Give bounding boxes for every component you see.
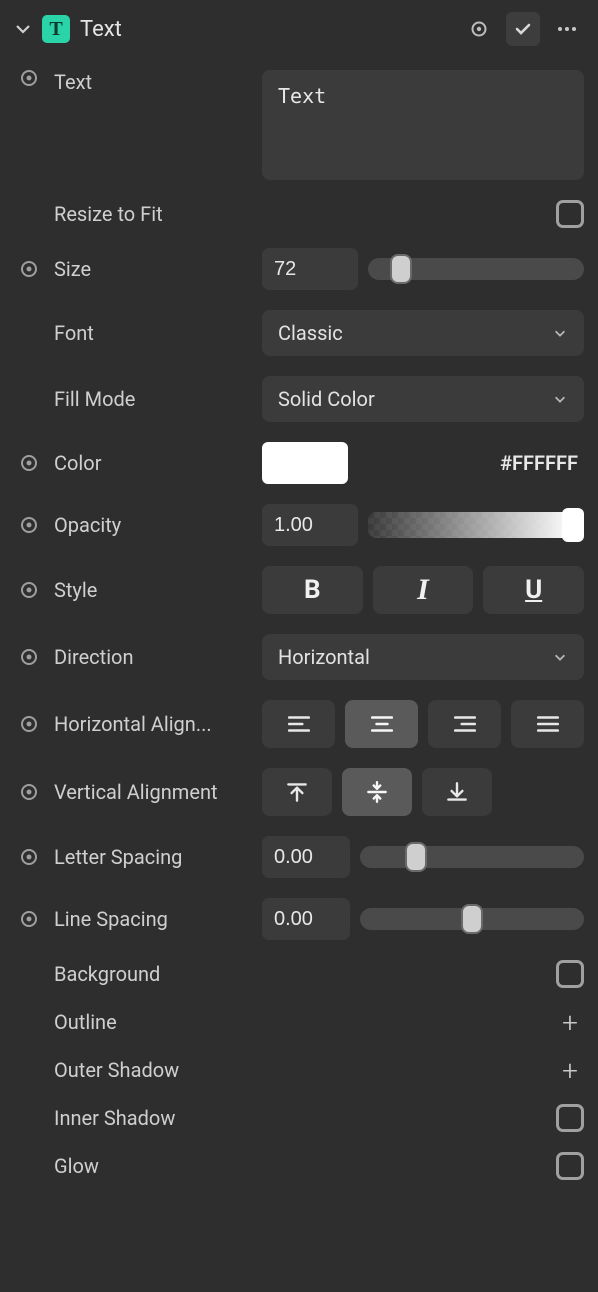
- fill-mode-value: Solid Color: [278, 387, 375, 411]
- collapse-toggle[interactable]: [14, 20, 32, 38]
- resize-label: Resize to Fit: [54, 202, 252, 226]
- color-swatch[interactable]: [262, 442, 348, 484]
- align-justify-button[interactable]: [511, 700, 584, 748]
- font-value: Classic: [278, 321, 343, 345]
- outer-shadow-label: Outer Shadow: [54, 1058, 252, 1082]
- opacity-label: Opacity: [54, 513, 252, 537]
- line-spacing-slider[interactable]: [360, 908, 584, 930]
- direction-row: Direction Horizontal: [14, 624, 584, 690]
- outline-label: Outline: [54, 1010, 252, 1034]
- background-checkbox[interactable]: [556, 960, 584, 988]
- keyframe-text[interactable]: [21, 70, 37, 86]
- resize-checkbox[interactable]: [556, 200, 584, 228]
- color-row: Color #FFFFFF: [14, 432, 584, 494]
- panel-title: Text: [80, 17, 452, 42]
- direction-label: Direction: [54, 645, 252, 669]
- fill-mode-row: Fill Mode Solid Color: [14, 366, 584, 432]
- size-row: Size: [14, 238, 584, 300]
- align-center-button[interactable]: [345, 700, 418, 748]
- target-icon[interactable]: [462, 12, 496, 46]
- outline-row: Outline +: [14, 998, 584, 1046]
- letter-spacing-input[interactable]: [262, 836, 350, 878]
- keyframe-direction[interactable]: [21, 649, 37, 665]
- underline-button[interactable]: U: [483, 566, 584, 614]
- text-properties-panel: T Text Text Text Resize to Fit Size: [0, 0, 598, 1202]
- style-row: Style B I U: [14, 556, 584, 624]
- size-slider[interactable]: [368, 258, 584, 280]
- align-left-button[interactable]: [262, 700, 335, 748]
- text-input[interactable]: Text: [262, 70, 584, 180]
- glow-label: Glow: [54, 1154, 252, 1178]
- line-spacing-row: Line Spacing: [14, 888, 584, 950]
- add-outer-shadow-button[interactable]: +: [556, 1056, 584, 1084]
- letter-spacing-label: Letter Spacing: [54, 845, 252, 869]
- chevron-down-icon: [552, 325, 568, 341]
- background-label: Background: [54, 962, 252, 986]
- text-row: Text Text: [14, 60, 584, 190]
- glow-checkbox[interactable]: [556, 1152, 584, 1180]
- align-top-button[interactable]: [262, 768, 332, 816]
- text-label: Text: [54, 70, 252, 94]
- background-row: Background: [14, 950, 584, 998]
- panel-header: T Text: [14, 12, 584, 60]
- direction-value: Horizontal: [278, 645, 370, 669]
- align-right-button[interactable]: [428, 700, 501, 748]
- font-label: Font: [54, 321, 252, 345]
- more-menu-button[interactable]: [550, 12, 584, 46]
- align-bottom-button[interactable]: [422, 768, 492, 816]
- header-actions: [462, 12, 584, 46]
- italic-button[interactable]: I: [373, 566, 474, 614]
- keyframe-color[interactable]: [21, 455, 37, 471]
- color-hex: #FFFFFF: [500, 451, 584, 475]
- chevron-down-icon: [552, 649, 568, 665]
- opacity-slider[interactable]: [368, 512, 584, 538]
- keyframe-halign[interactable]: [21, 716, 37, 732]
- add-outline-button[interactable]: +: [556, 1008, 584, 1036]
- inner-shadow-label: Inner Shadow: [54, 1106, 252, 1130]
- font-select[interactable]: Classic: [262, 310, 584, 356]
- resize-row: Resize to Fit: [14, 190, 584, 238]
- chevron-down-icon: [552, 391, 568, 407]
- align-middle-button[interactable]: [342, 768, 412, 816]
- keyframe-opacity[interactable]: [21, 517, 37, 533]
- keyframe-valign[interactable]: [21, 784, 37, 800]
- keyframe-letter-spacing[interactable]: [21, 849, 37, 865]
- ellipsis-icon: [558, 27, 576, 31]
- letter-spacing-slider[interactable]: [360, 846, 584, 868]
- keyframe-size[interactable]: [21, 261, 37, 277]
- opacity-row: Opacity: [14, 494, 584, 556]
- font-row: Font Classic: [14, 300, 584, 366]
- keyframe-style[interactable]: [21, 582, 37, 598]
- text-type-badge: T: [42, 15, 70, 43]
- line-spacing-label: Line Spacing: [54, 907, 252, 931]
- line-spacing-input[interactable]: [262, 898, 350, 940]
- outer-shadow-row: Outer Shadow +: [14, 1046, 584, 1094]
- size-label: Size: [54, 257, 252, 281]
- halign-row: Horizontal Align...: [14, 690, 584, 758]
- fill-mode-label: Fill Mode: [54, 387, 252, 411]
- size-input[interactable]: [262, 248, 358, 290]
- inner-shadow-checkbox[interactable]: [556, 1104, 584, 1132]
- inner-shadow-row: Inner Shadow: [14, 1094, 584, 1142]
- letter-spacing-row: Letter Spacing: [14, 826, 584, 888]
- valign-label: Vertical Alignment: [54, 780, 252, 804]
- halign-label: Horizontal Align...: [54, 712, 252, 736]
- apply-button[interactable]: [506, 12, 540, 46]
- glow-row: Glow: [14, 1142, 584, 1190]
- opacity-input[interactable]: [262, 504, 358, 546]
- keyframe-line-spacing[interactable]: [21, 911, 37, 927]
- style-label: Style: [54, 578, 252, 602]
- valign-row: Vertical Alignment: [14, 758, 584, 826]
- color-label: Color: [54, 451, 252, 475]
- direction-select[interactable]: Horizontal: [262, 634, 584, 680]
- bold-button[interactable]: B: [262, 566, 363, 614]
- fill-mode-select[interactable]: Solid Color: [262, 376, 584, 422]
